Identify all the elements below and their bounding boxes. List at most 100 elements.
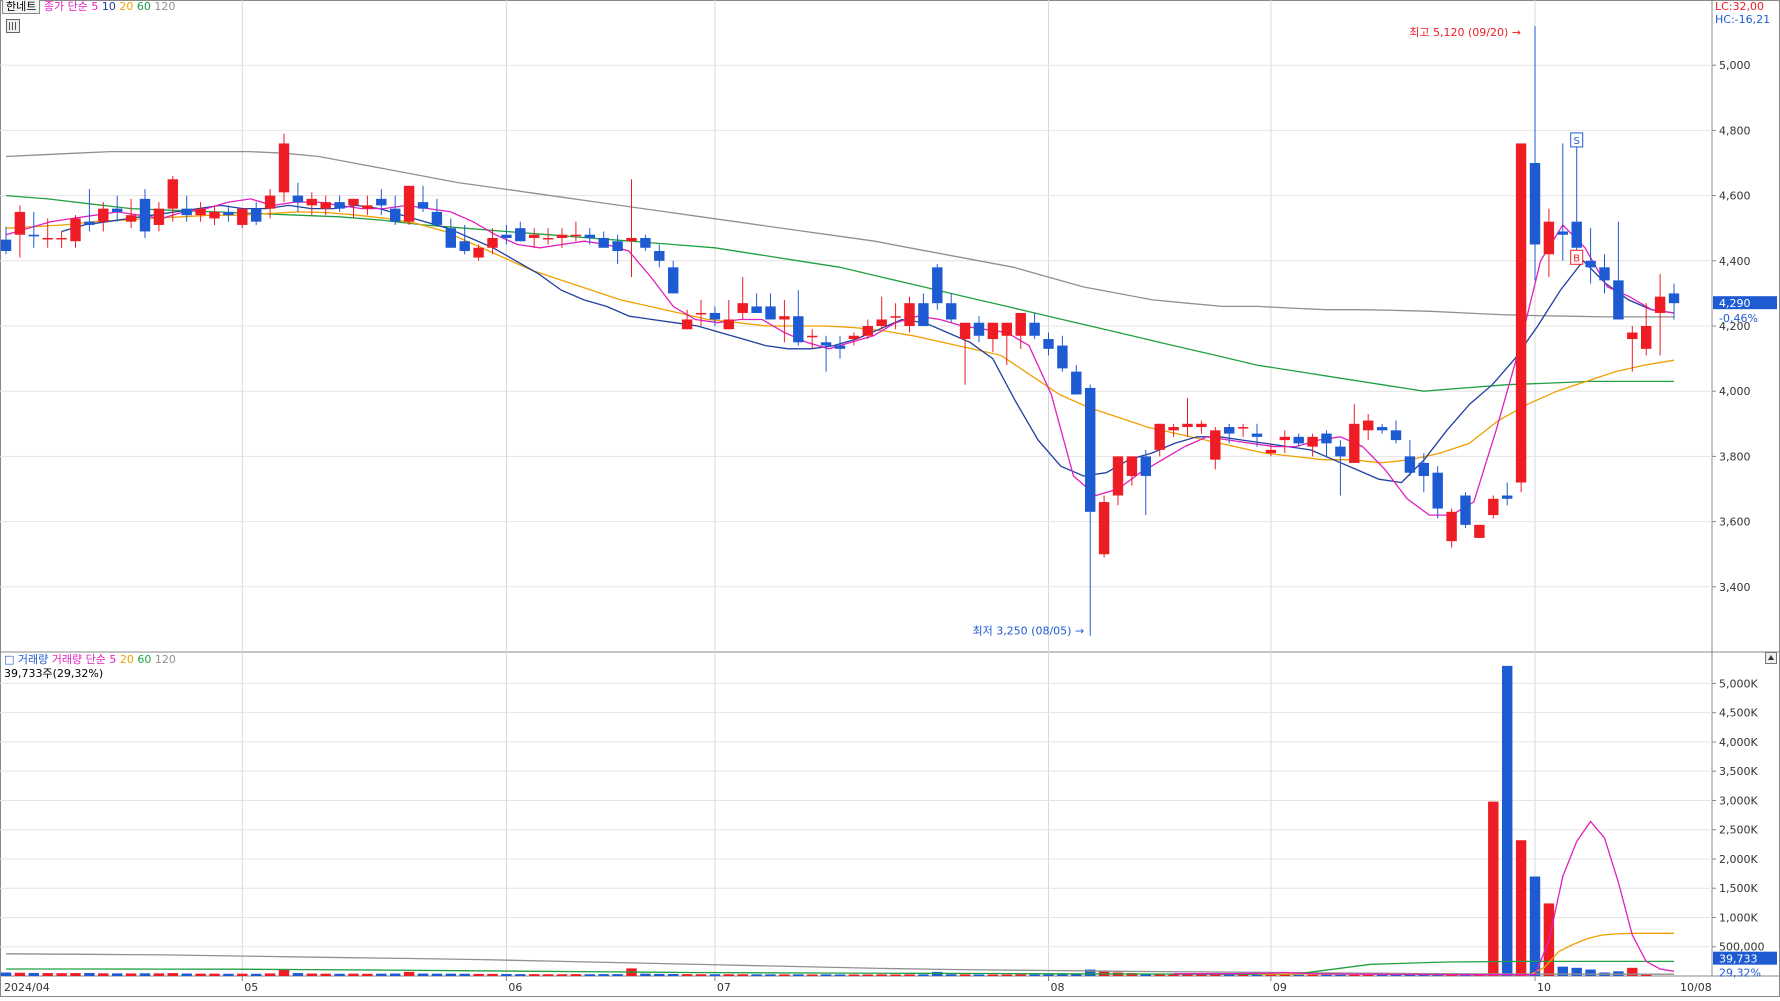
candle-body bbox=[0, 239, 12, 252]
candle-body bbox=[28, 234, 40, 237]
price-legend-ma60: 60 bbox=[136, 0, 151, 13]
candle-body bbox=[709, 312, 721, 320]
candle-body bbox=[459, 241, 470, 252]
volume-legend-ma60: 60 bbox=[137, 653, 152, 666]
candle-body bbox=[1599, 267, 1610, 281]
candle-body bbox=[98, 208, 109, 222]
indicator-settings-icon[interactable] bbox=[6, 19, 20, 33]
price-tick-label: 4,400 bbox=[1719, 255, 1751, 268]
candle-body bbox=[542, 237, 554, 240]
volume-bar bbox=[445, 973, 457, 976]
candle-body bbox=[70, 218, 81, 242]
volume-bar bbox=[1585, 969, 1596, 976]
candle-body bbox=[445, 228, 457, 248]
candle-body bbox=[1376, 427, 1388, 431]
candle-body bbox=[612, 241, 623, 252]
volume-bar bbox=[806, 974, 818, 976]
volume-bar bbox=[654, 973, 665, 976]
volume-bar bbox=[42, 973, 53, 976]
candle-body bbox=[1515, 143, 1527, 483]
date-axis-label: 10 bbox=[1537, 981, 1551, 994]
candle-body bbox=[167, 179, 179, 209]
volume-legend-ma5: 5 bbox=[109, 653, 117, 666]
date-axis-label: 2024/04 bbox=[4, 981, 50, 994]
volume-bar bbox=[1029, 974, 1040, 976]
volume-bar bbox=[167, 973, 179, 976]
volume-bar bbox=[598, 974, 609, 976]
volume-ma5-line bbox=[1173, 820, 1675, 976]
volume-bar bbox=[153, 973, 165, 976]
volume-bar bbox=[681, 974, 693, 976]
date-axis-label: 08 bbox=[1051, 981, 1065, 994]
candle-body bbox=[1488, 498, 1499, 516]
volume-tick-label: 2,500K bbox=[1719, 824, 1758, 837]
candle-body bbox=[362, 205, 373, 209]
price-legend: 한네트 종가 단순 5 10 20 60 120 bbox=[2, 0, 175, 14]
volume-bar bbox=[834, 974, 846, 976]
candle-body bbox=[111, 208, 123, 212]
candle-body bbox=[1223, 427, 1235, 434]
volume-tick-label: 1,500K bbox=[1719, 882, 1758, 895]
volume-bar bbox=[292, 973, 304, 976]
volume-bar bbox=[139, 973, 151, 976]
candle-body bbox=[1057, 345, 1068, 369]
volume-bar bbox=[195, 973, 206, 976]
volume-bar bbox=[1265, 974, 1277, 976]
candle-body bbox=[501, 234, 512, 238]
volume-bar bbox=[1515, 840, 1527, 976]
price-legend-ma20: 20 bbox=[119, 0, 134, 13]
candle-body bbox=[1349, 423, 1360, 463]
current-price-label: 4,290 bbox=[1719, 297, 1751, 310]
volume-bar bbox=[667, 974, 679, 976]
candle-body bbox=[876, 319, 887, 326]
volume-ma120-line bbox=[5, 953, 1674, 975]
volume-bar bbox=[876, 974, 887, 976]
candle-body bbox=[250, 208, 262, 222]
candle-body bbox=[1237, 427, 1249, 429]
candle-body bbox=[570, 234, 582, 237]
volume-bar bbox=[56, 973, 67, 976]
candle-body bbox=[904, 303, 915, 326]
volume-tick-label: 3,500K bbox=[1719, 765, 1758, 778]
candle-body bbox=[1043, 339, 1054, 349]
price-tick-label: 4,000 bbox=[1719, 385, 1751, 398]
stock-chart[interactable]: 3,400 3,600 3,800 4,000 4,200 4,400 4,600 4,800… bbox=[0, 0, 1780, 997]
candle-body bbox=[1571, 221, 1582, 248]
candle-body bbox=[389, 208, 401, 222]
candle-body bbox=[1265, 449, 1277, 454]
current-volume-label: 39,733 bbox=[1719, 953, 1758, 966]
volume-bar bbox=[487, 973, 498, 976]
volume-bar bbox=[737, 974, 748, 976]
volume-bar bbox=[528, 974, 540, 976]
volume-bar bbox=[945, 974, 957, 976]
volume-tick-label: 1,000K bbox=[1719, 911, 1758, 924]
volume-bar bbox=[376, 973, 387, 976]
candle-body bbox=[264, 195, 276, 209]
volume-ma20-line bbox=[1257, 932, 1674, 976]
candle-body bbox=[973, 322, 985, 336]
candle-body bbox=[403, 185, 415, 222]
stock-name[interactable]: 한네트 bbox=[2, 0, 41, 14]
volume-bar bbox=[98, 973, 109, 976]
chart-canvas[interactable]: 3,4003,6003,8004,0004,2004,4004,6004,800… bbox=[0, 0, 1780, 997]
volume-bar bbox=[181, 973, 192, 976]
price-tick-label: 4,800 bbox=[1719, 124, 1751, 137]
candle-body bbox=[237, 208, 248, 225]
volume-bar bbox=[264, 973, 276, 976]
volume-bar bbox=[1293, 974, 1304, 976]
candle-body bbox=[1668, 293, 1680, 304]
candle-body bbox=[820, 342, 832, 346]
price-ma120-line bbox=[5, 150, 1674, 318]
candle-body bbox=[334, 202, 345, 209]
candle-body bbox=[181, 208, 192, 216]
candle-body bbox=[1154, 423, 1165, 450]
volume-tick-label: 4,500K bbox=[1719, 707, 1758, 720]
volume-bar bbox=[973, 974, 985, 976]
candle-body bbox=[1029, 322, 1040, 336]
panel-maximize-icon[interactable] bbox=[1765, 652, 1777, 664]
volume-bar bbox=[1501, 665, 1513, 976]
candle-body bbox=[1627, 332, 1638, 340]
volume-bar bbox=[1071, 974, 1082, 976]
volume-bar bbox=[403, 971, 415, 976]
volume-bar bbox=[431, 973, 443, 976]
